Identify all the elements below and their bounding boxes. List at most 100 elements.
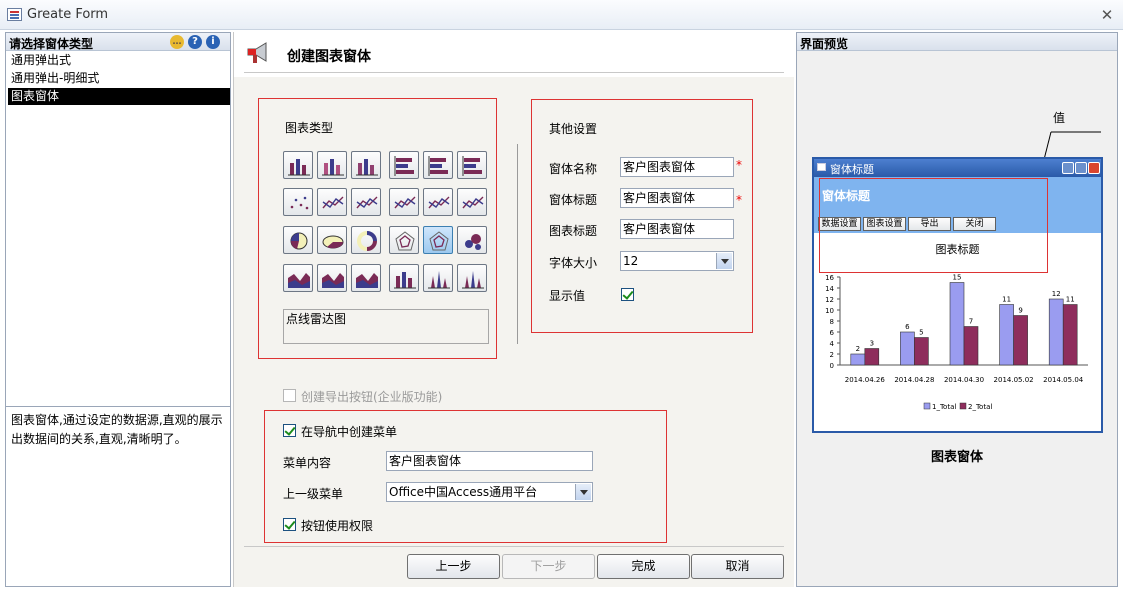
parent-menu-label: 上一级菜单 [283, 487, 344, 501]
bar-1_Total [999, 304, 1014, 366]
comment-icon[interactable]: … [170, 35, 184, 49]
bubble-icon[interactable] [457, 226, 487, 254]
prev-button[interactable]: 上一步 [407, 554, 500, 579]
chart-type-label: 图表类型 [285, 121, 334, 135]
form-type-item[interactable]: 通用弹出-明细式 [8, 70, 230, 87]
other-settings-label: 其他设置 [549, 122, 598, 136]
pie-3d-icon[interactable] [317, 226, 347, 254]
chart-type-name-display: 点线雷达图 [283, 309, 489, 344]
form-icon [817, 163, 826, 171]
required-mark: * [736, 193, 742, 207]
form-title-field[interactable]: 客户图表窗体 [620, 188, 734, 208]
window-title: Greate Form [27, 7, 109, 22]
page-title: 创建图表窗体 [287, 49, 371, 65]
export-button-checkbox[interactable] [283, 389, 296, 402]
scatter-line-markers-icon[interactable] [351, 188, 381, 216]
help-icon[interactable]: ? [188, 35, 202, 49]
scatter-line-icon[interactable] [317, 188, 347, 216]
line-icon[interactable] [389, 188, 419, 216]
line-3d-icon[interactable] [457, 188, 487, 216]
doughnut-icon[interactable] [351, 226, 381, 254]
column-100-icon[interactable] [351, 151, 381, 179]
y-tick-label: 2 [830, 351, 834, 359]
preview-header: 界面预览 [797, 33, 1117, 51]
bar-2_Total [864, 348, 880, 366]
font-size-select[interactable]: 12 [620, 251, 734, 271]
show-value-checkbox[interactable] [621, 288, 634, 301]
chart-title-label: 图表标题 [549, 224, 598, 238]
form-name-field[interactable]: 客户图表窗体 [620, 157, 734, 177]
parent-menu-select[interactable]: Office中国Access通用平台 [386, 482, 593, 502]
form-type-panel: 请选择窗体类型 … ? i 通用弹出式 通用弹出-明细式 图表窗体 图表窗体,通过设… [5, 32, 231, 587]
finish-button[interactable]: 完成 [597, 554, 690, 579]
legend-label: 2_Total [968, 403, 992, 411]
bar-2_Total [1013, 315, 1028, 366]
x-tick-label: 2014.05.04 [1043, 376, 1084, 384]
required-mark: * [736, 158, 742, 172]
wizard-header: 创建图表窗体 [234, 32, 795, 77]
menu-content-field[interactable]: 客户图表窗体 [386, 451, 593, 471]
column-3d-icon[interactable] [389, 264, 419, 292]
parent-menu-value: Office中国Access通用平台 [389, 485, 538, 499]
form-type-header-label: 请选择窗体类型 [9, 37, 94, 51]
form-type-description: 图表窗体,通过设定的数据源,直观的展示出数据间的关系,直观,清晰明了。 [6, 406, 230, 586]
header-divider [244, 72, 784, 73]
legend-swatch [959, 402, 967, 410]
bar-100-icon[interactable] [457, 151, 487, 179]
button-permission-checkbox[interactable] [283, 518, 296, 531]
next-button[interactable]: 下一步 [502, 554, 595, 579]
y-tick-label: 4 [830, 340, 835, 348]
cancel-button[interactable]: 取消 [691, 554, 784, 579]
data-label: 11 [1002, 296, 1011, 304]
export-button-label: 创建导出按钮(企业版功能) [301, 390, 443, 404]
maximize-icon [1075, 162, 1087, 174]
megaphone-icon [247, 42, 267, 63]
y-tick-label: 6 [830, 329, 835, 337]
data-label: 15 [953, 274, 962, 282]
form-type-item[interactable]: 图表窗体 [8, 88, 230, 105]
radar-icon[interactable] [389, 226, 419, 254]
scatter-icon[interactable] [283, 188, 313, 216]
form-type-item[interactable]: 通用弹出式 [8, 52, 230, 69]
y-tick-label: 10 [825, 307, 834, 315]
data-label: 12 [1052, 290, 1061, 298]
bar-stacked-icon[interactable] [423, 151, 453, 179]
pie-icon[interactable] [283, 226, 313, 254]
y-tick-label: 14 [825, 285, 834, 293]
chart-title-field[interactable]: 客户图表窗体 [620, 219, 734, 239]
x-tick-label: 2014.05.02 [994, 376, 1034, 384]
bar-1_Total [949, 282, 965, 366]
bar-2_Total [963, 326, 979, 366]
y-tick-label: 8 [830, 318, 834, 326]
area-icon[interactable] [283, 264, 313, 292]
legend-swatch [923, 402, 931, 410]
chevron-down-icon[interactable] [716, 253, 732, 269]
line-markers-icon[interactable] [423, 188, 453, 216]
close-icon[interactable]: ✕ [1098, 6, 1116, 24]
close-icon [1088, 162, 1100, 174]
bar-clustered-icon[interactable] [389, 151, 419, 179]
chart-type-group: 图表类型 点线雷达图 [258, 98, 497, 359]
wizard-main: 创建图表窗体 图表类型 点线雷达图 其他设置 窗体名称 客户图表窗体 * 窗体标… [233, 32, 795, 587]
x-tick-label: 2014.04.26 [845, 376, 886, 384]
preview-titlebar: 窗体标题 [814, 159, 1101, 177]
y-tick-label: 0 [830, 362, 834, 370]
area-stacked-icon[interactable] [317, 264, 347, 292]
area-3d-icon[interactable] [351, 264, 381, 292]
cone-icon[interactable] [423, 264, 453, 292]
bar-2_Total [1062, 304, 1078, 366]
column-clustered-icon[interactable] [283, 151, 313, 179]
bar-1_Total [1048, 298, 1064, 366]
y-tick-label: 16 [825, 274, 834, 282]
info-icon[interactable]: i [206, 35, 220, 49]
y-tick-label: 12 [825, 296, 834, 304]
preview-chart: 0 2 4 6 8 10 12 14 16 2 3 2014.04.26 6 5 2014.04.28 15 7… [825, 274, 1088, 411]
window-titlebar: Greate Form ✕ [0, 0, 1123, 30]
chevron-down-icon[interactable] [575, 484, 591, 500]
pyramid-icon[interactable] [457, 264, 487, 292]
column-stacked-icon[interactable] [317, 151, 347, 179]
radar-markers-icon[interactable] [423, 226, 453, 254]
create-menu-checkbox[interactable] [283, 424, 296, 437]
font-size-value: 12 [623, 254, 639, 268]
button-permission-label: 按钮使用权限 [301, 519, 374, 533]
